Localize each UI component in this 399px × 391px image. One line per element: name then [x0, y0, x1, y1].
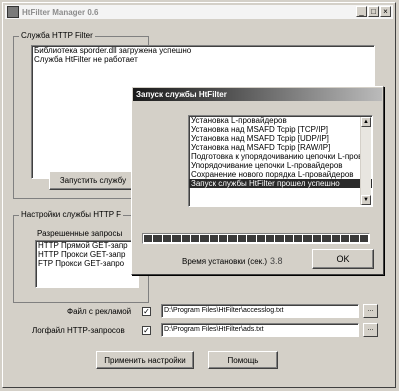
- list-item: Установка над MSAFD Tcpip [RAW/IP]: [191, 143, 331, 152]
- list-item: Упорядочивание цепочки L-провайдеров: [191, 161, 343, 170]
- list-item: Сохранение нового порядка L-провайдеров: [191, 170, 354, 179]
- help-button[interactable]: Помощь: [208, 351, 278, 369]
- settings-legend: Настройки службы HTTP F: [19, 210, 124, 220]
- ads-file-label: Файл с рекламой: [67, 307, 132, 316]
- selected-list-item: Запуск службы HtFilter прошел успешно: [189, 179, 372, 188]
- ads-browse-button[interactable]: ...: [363, 304, 378, 318]
- log-file-label: Логфайл HTTP-запросов: [32, 326, 125, 335]
- install-time-label: Время установки (сек.): [182, 257, 268, 266]
- allowed-requests-list[interactable]: HTTP Прямой GET-запр HTTP Прокси GET-зап…: [35, 240, 139, 288]
- service-start-dialog: Запуск службы HtFilter Установка L-прова…: [131, 86, 384, 275]
- ads-file-checkbox[interactable]: ✓: [142, 307, 151, 316]
- apply-settings-button[interactable]: Применить настройки: [96, 351, 194, 369]
- window-title: HtFilter Manager 0.6: [22, 7, 99, 17]
- ok-button[interactable]: OK: [312, 249, 374, 269]
- log-browse-button[interactable]: ...: [363, 323, 378, 337]
- install-progress-bar: [142, 233, 370, 244]
- list-item[interactable]: FTP Прокси GET-запро: [36, 259, 138, 268]
- list-item: Установка над MSAFD Tcpip [TCP/IP]: [191, 125, 328, 134]
- title-bar[interactable]: HtFilter Manager 0.6 _ □ ×: [5, 5, 393, 19]
- http-filter-legend: Служба HTTP Filter: [19, 31, 95, 41]
- log-file-checkbox[interactable]: ✓: [142, 326, 151, 335]
- ads-file-path-field[interactable]: D:\Program Files\HtFilter\accesslog.txt: [161, 304, 359, 318]
- log-file-path-field[interactable]: D:\Program Files\HtFilter\ads.txt: [161, 323, 359, 337]
- install-time-value: 3.8: [270, 256, 283, 266]
- steps-list[interactable]: Установка L-провайдеров Установка над MS…: [188, 115, 373, 207]
- allowed-requests-label: Разрешенные запросы: [37, 229, 123, 238]
- start-service-button[interactable]: Запустить службу: [49, 171, 137, 190]
- list-item[interactable]: HTTP Прокси GET-запр: [36, 250, 138, 259]
- close-button[interactable]: ×: [380, 6, 391, 17]
- steps-scrollbar[interactable]: ▲ ▼: [360, 117, 371, 205]
- list-item: Установка L-провайдеров: [191, 116, 287, 125]
- scroll-up-icon[interactable]: ▲: [361, 117, 371, 127]
- maximize-button[interactable]: □: [368, 6, 379, 17]
- app-icon: [7, 6, 19, 18]
- list-item[interactable]: HTTP Прямой GET-запр: [36, 241, 138, 250]
- minimize-button[interactable]: _: [356, 6, 367, 17]
- log-line: Библиотека sporder.dll загружена успешно: [34, 46, 192, 55]
- list-item: Установка над MSAFD Tcpip [UDP/IP]: [191, 134, 329, 143]
- log-line: Служба HtFilter не работает: [34, 55, 138, 64]
- scroll-down-icon[interactable]: ▼: [361, 195, 371, 205]
- dialog-title[interactable]: Запуск службы HtFilter: [133, 88, 382, 101]
- list-item: Подготовка к упорядочиванию цепочки L-пр…: [191, 152, 372, 161]
